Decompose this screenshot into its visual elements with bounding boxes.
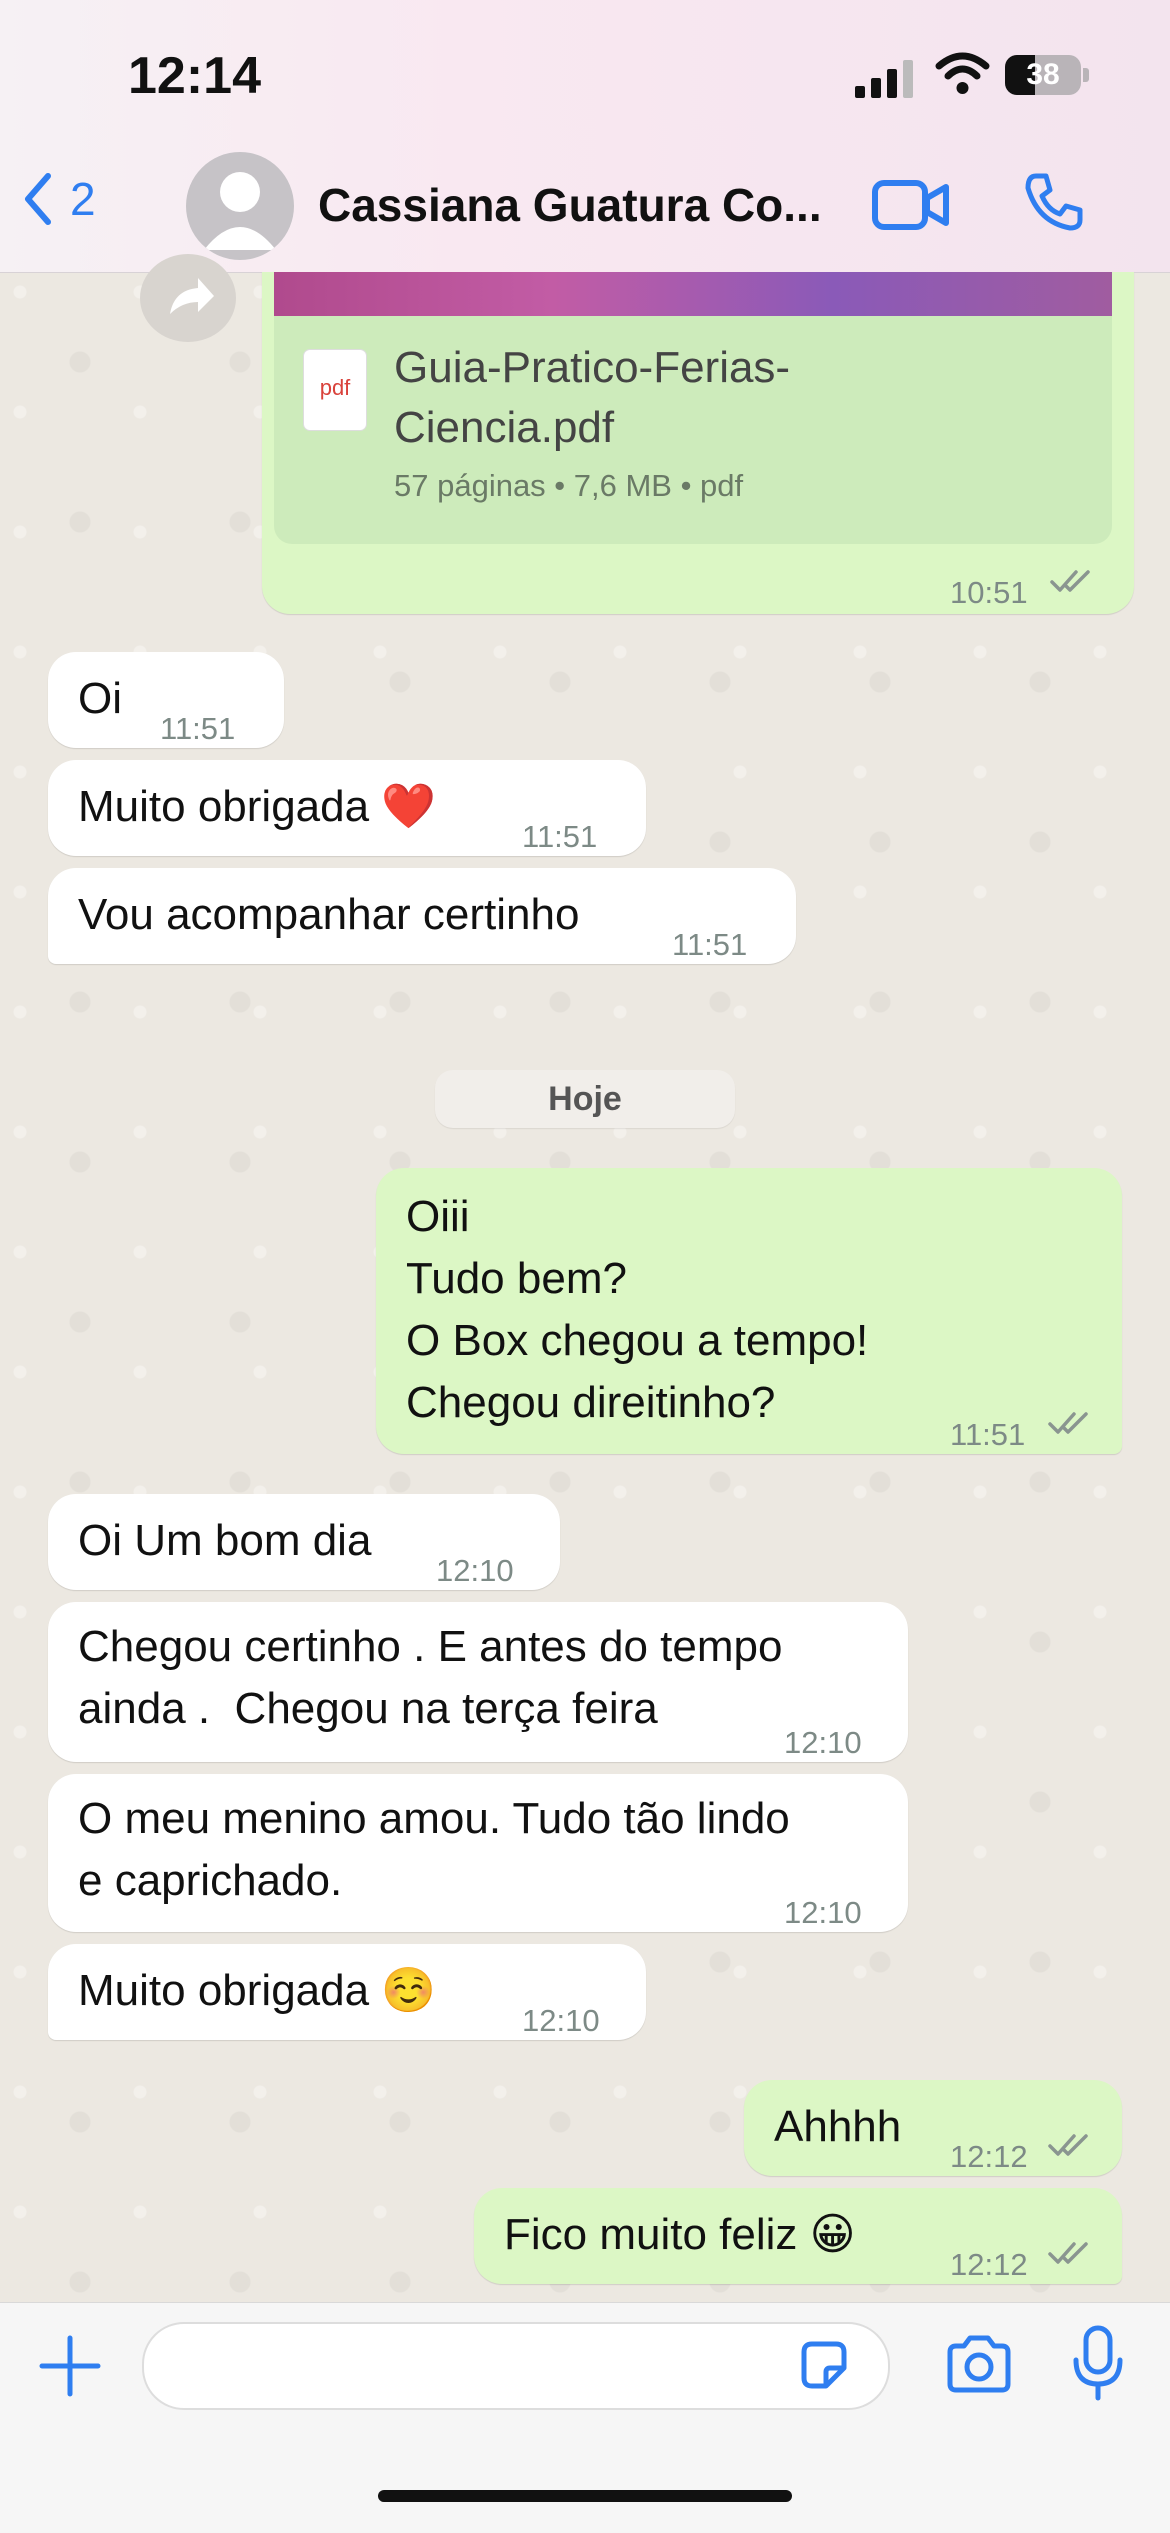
message-time: 11:51 [160,711,236,746]
incoming-message[interactable]: Chegou certinho . E antes do tempo ainda… [48,1602,908,1762]
incoming-message[interactable]: Oi 11:51 [48,652,284,748]
read-ticks-icon [1050,570,1090,592]
forward-arrow-icon [170,278,214,314]
phone-call-icon[interactable] [1022,170,1086,234]
incoming-message[interactable]: Vou acompanhar certinho 11:51 [48,868,796,964]
incoming-message[interactable]: Oi Um bom dia 12:10 [48,1494,560,1590]
person-icon [204,172,276,250]
video-call-icon[interactable] [872,178,950,232]
unread-count: 2 [70,173,96,225]
back-button[interactable]: 2 [22,172,96,226]
pdf-icon: pdf [304,350,366,430]
chevron-left-icon [25,173,51,225]
message-input[interactable] [142,2322,890,2410]
message-time: 11:51 [522,819,598,854]
outgoing-message[interactable]: Ahhhh 12:12 [744,2080,1122,2176]
microphone-icon[interactable] [1068,2324,1128,2404]
message-time: 11:51 [950,1417,1026,1452]
wifi-icon [935,52,990,94]
incoming-message[interactable]: Muito obrigada ☺️ 12:10 [48,1944,646,2040]
outgoing-message[interactable]: Fico muito feliz 😀 12:12 [474,2188,1122,2284]
file-message-bubble[interactable]: pdf Guia-Pratico-Ferias- Ciencia.pdf 57 … [262,272,1134,614]
file-meta: 57 páginas • 7,6 MB • pdf [394,468,744,503]
battery-icon: 38 [1005,55,1081,95]
message-time: 12:10 [522,2003,600,2038]
file-name-line1: Guia-Pratico-Ferias- [394,343,791,392]
file-name-line2: Ciencia.pdf [394,403,615,452]
message-time: 12:10 [784,1895,862,1930]
contact-name[interactable]: Cassiana Guatura Co... [318,178,822,232]
message-time: 12:10 [436,1553,514,1588]
file-card[interactable]: pdf Guia-Pratico-Ferias- Ciencia.pdf 57 … [274,272,1112,544]
incoming-message[interactable]: O meu menino amou. Tudo tão lindo e capr… [48,1774,908,1932]
cellular-signal-icon [855,60,913,98]
date-separator: Hoje [435,1070,735,1128]
file-preview-image [274,272,1112,316]
forward-button[interactable] [140,254,236,342]
message-time: 12:12 [950,2139,1028,2174]
outgoing-message[interactable]: Oiii Tudo bem? O Box chegou a tempo! Che… [376,1168,1122,1454]
chat-header: 12:14 38 2 Cassiana Guatura Co... [0,0,1170,273]
message-time: 11:51 [672,927,748,962]
avatar[interactable] [186,152,294,260]
home-indicator[interactable] [378,2490,792,2502]
camera-icon[interactable] [944,2334,1014,2394]
plus-icon[interactable] [38,2334,102,2398]
read-ticks-icon [1048,2242,1088,2264]
read-ticks-icon [1048,1412,1088,1434]
message-time: 12:12 [950,2247,1028,2282]
battery-level: 38 [1026,58,1060,91]
incoming-message[interactable]: Muito obrigada ❤️ 11:51 [48,760,646,856]
sticker-icon[interactable] [796,2338,852,2394]
message-time: 10:51 [950,575,1028,610]
status-time: 12:14 [128,47,261,105]
read-ticks-icon [1048,2134,1088,2156]
message-time: 12:10 [784,1725,862,1760]
